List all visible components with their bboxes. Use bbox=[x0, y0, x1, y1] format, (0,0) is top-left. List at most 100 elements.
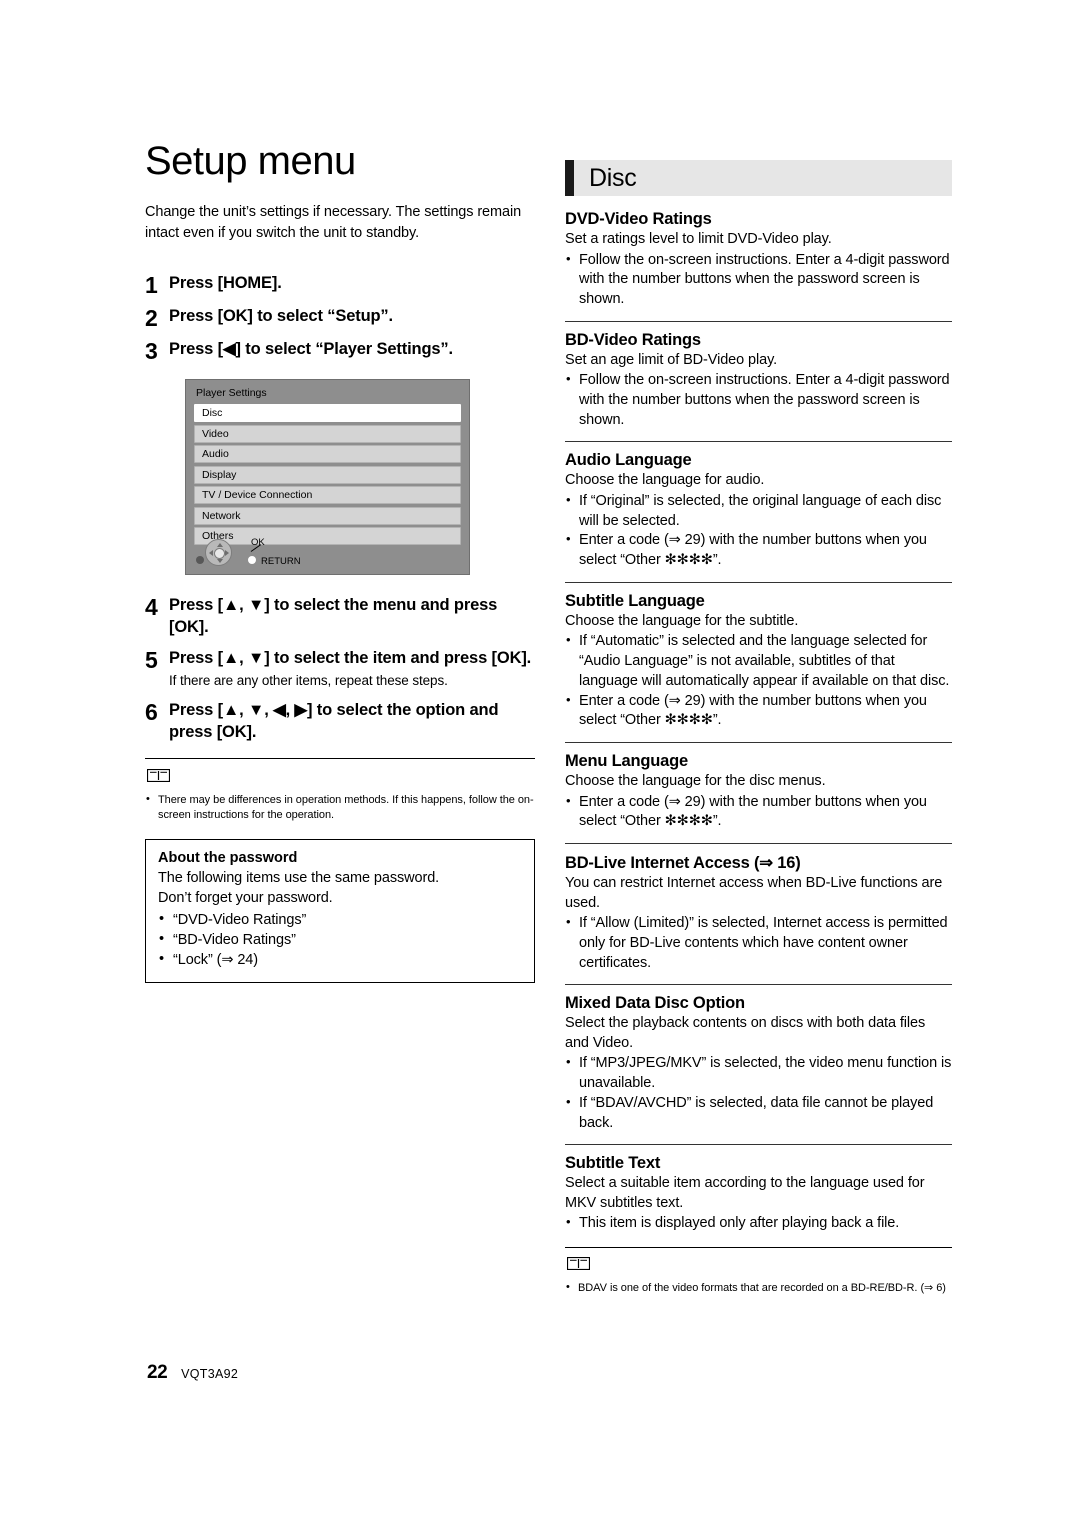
step-5: 5 Press [▲, ▼] to select the item and pr… bbox=[145, 648, 535, 692]
setting-description: Select the playback contents on discs wi… bbox=[565, 1015, 926, 1051]
intro-paragraph: Change the unit’s settings if necessary.… bbox=[145, 204, 522, 241]
note-bullet: BDAV is one of the video formats that ar… bbox=[565, 1280, 952, 1296]
setting-bullet: If “Allow (Limited)” is selected, Intern… bbox=[565, 913, 952, 973]
password-box-line-2: Don’t forget your password. bbox=[158, 889, 333, 906]
menu-item-label: Disc bbox=[202, 407, 223, 420]
setting-bullet: Enter a code (⇒ 29) with the number butt… bbox=[565, 691, 952, 731]
note-bullet: There may be differences in operation me… bbox=[145, 792, 535, 823]
page-title: Setup menu bbox=[145, 139, 356, 183]
setting-menu-language: Menu Language Choose the language for th… bbox=[565, 752, 952, 832]
setting-bullet: If “Original” is selected, the original … bbox=[565, 491, 952, 531]
setting-bullet: This item is displayed only after playin… bbox=[565, 1213, 952, 1234]
menu-item-audio[interactable]: Audio bbox=[194, 445, 461, 464]
menu-item-disc[interactable]: Disc bbox=[194, 404, 461, 423]
menu-item-label: Network bbox=[202, 509, 241, 522]
step-number: 1 bbox=[145, 272, 158, 299]
menu-item-display[interactable]: Display bbox=[194, 465, 461, 484]
section-accent-bar bbox=[565, 160, 574, 196]
setting-description: Set an age limit of BD-Video play. bbox=[565, 351, 778, 368]
setting-dvd-video-ratings: DVD-Video Ratings Set a ratings level to… bbox=[565, 210, 952, 310]
setting-subtitle-text: Subtitle Text Select a suitable item acc… bbox=[565, 1154, 952, 1234]
dpad-icon bbox=[196, 538, 238, 568]
menu-item-video[interactable]: Video bbox=[194, 424, 461, 443]
setting-heading: BD-Video Ratings bbox=[565, 330, 701, 349]
right-note-divider bbox=[565, 1247, 952, 1249]
setting-heading: Mixed Data Disc Option bbox=[565, 994, 745, 1013]
setting-bullet: Enter a code (⇒ 29) with the number butt… bbox=[565, 792, 952, 832]
setting-description: You can restrict Internet access when BD… bbox=[565, 875, 943, 911]
setting-divider bbox=[565, 843, 952, 845]
password-box-item: “BD-Video Ratings” bbox=[158, 929, 522, 950]
section-header-disc: Disc bbox=[565, 160, 952, 196]
setting-description: Choose the language for audio. bbox=[565, 472, 765, 489]
setting-bullets: If “Original” is selected, the original … bbox=[565, 491, 952, 571]
step-2: 2 Press [OK] to select “Setup”. bbox=[145, 306, 535, 330]
right-note-list: BDAV is one of the video formats that ar… bbox=[565, 1280, 952, 1296]
ok-button-dot-icon bbox=[248, 556, 256, 565]
password-box-item-list: “DVD-Video Ratings” “BD-Video Ratings” “… bbox=[158, 909, 522, 970]
step-number: 2 bbox=[145, 305, 158, 332]
setting-bullets: This item is displayed only after playin… bbox=[565, 1213, 952, 1234]
menu-item-label: TV / Device Connection bbox=[202, 489, 313, 502]
setting-mixed-data-disc-option: Mixed Data Disc Option Select the playba… bbox=[565, 994, 952, 1133]
setting-bd-video-ratings: BD-Video Ratings Set an age limit of BD-… bbox=[565, 331, 952, 431]
menu-item-tv-device-connection[interactable]: TV / Device Connection bbox=[194, 486, 461, 505]
setting-divider bbox=[565, 441, 952, 443]
menu-item-label: Video bbox=[202, 427, 229, 440]
setting-divider bbox=[565, 984, 952, 986]
setting-bullets: Follow the on-screen instructions. Enter… bbox=[565, 250, 952, 310]
direction-pad-icon bbox=[205, 539, 232, 567]
setting-bullet: Follow the on-screen instructions. Enter… bbox=[565, 370, 952, 430]
arrow-left-icon bbox=[208, 550, 213, 557]
setting-divider bbox=[565, 581, 952, 583]
setting-audio-language: Audio Language Choose the language for a… bbox=[565, 451, 952, 570]
return-legend-label: RETURN bbox=[261, 556, 301, 568]
setting-bd-live-internet-access: BD-Live Internet Access (⇒ 16) You can r… bbox=[565, 853, 952, 973]
step-text: Press [◀] to select “Player Settings”. bbox=[169, 340, 453, 359]
page-number: 22 bbox=[147, 1362, 168, 1383]
setting-description: Select a suitable item according to the … bbox=[565, 1175, 925, 1211]
setting-divider bbox=[565, 1144, 952, 1146]
setting-bullet: Follow the on-screen instructions. Enter… bbox=[565, 250, 952, 310]
step-text: Press [HOME]. bbox=[169, 274, 282, 293]
setting-bullets: If “Allow (Limited)” is selected, Intern… bbox=[565, 913, 952, 973]
menu-item-label: Audio bbox=[202, 448, 229, 461]
arrow-right-icon bbox=[224, 550, 229, 557]
step-number: 6 bbox=[145, 699, 158, 726]
step-3: 3 Press [◀] to select “Player Settings”. bbox=[145, 339, 535, 363]
step-6: 6 Press [▲, ▼, ◀, ▶] to select the optio… bbox=[145, 700, 535, 744]
password-box-title: About the password bbox=[158, 850, 298, 867]
setting-description: Set a ratings level to limit DVD-Video p… bbox=[565, 231, 832, 247]
setting-bullet: If “BDAV/AVCHD” is selected, data file c… bbox=[565, 1093, 952, 1133]
password-box-item: “Lock” (⇒ 24) bbox=[158, 949, 522, 970]
setting-heading: DVD-Video Ratings bbox=[565, 210, 712, 228]
about-the-password-box: About the password The following items u… bbox=[145, 839, 535, 984]
password-box-item: “DVD-Video Ratings” bbox=[158, 909, 522, 930]
step-text: Press [▲, ▼] to select the menu and pres… bbox=[169, 596, 498, 636]
player-settings-title: Player Settings bbox=[196, 387, 267, 400]
open-book-icon bbox=[146, 768, 535, 787]
setting-bullet: If “Automatic” is selected and the langu… bbox=[565, 631, 952, 691]
setting-subtitle-language: Subtitle Language Choose the language fo… bbox=[565, 592, 952, 731]
step-text: Press [▲, ▼, ◀, ▶] to select the option … bbox=[169, 701, 499, 742]
setting-heading: Menu Language bbox=[565, 752, 688, 771]
manual-page: Setup menu Change the unit’s settings if… bbox=[0, 0, 1080, 1528]
setting-divider bbox=[565, 742, 952, 744]
setting-description: Choose the language for the disc menus. bbox=[565, 773, 826, 790]
menu-item-label: Display bbox=[202, 468, 237, 481]
menu-item-network[interactable]: Network bbox=[194, 506, 461, 525]
step-subtext: If there are any other items, repeat the… bbox=[169, 673, 448, 689]
player-settings-screenshot: Player Settings Disc Video Audio Display… bbox=[185, 379, 470, 576]
legend-labels: OK RETURN bbox=[238, 537, 388, 568]
page-footer: 22 VQT3A92 bbox=[147, 1362, 238, 1384]
return-button-dot-icon bbox=[196, 556, 204, 565]
setting-bullets: If “Automatic” is selected and the langu… bbox=[565, 631, 952, 731]
left-note-divider bbox=[145, 757, 535, 759]
product-code: VQT3A92 bbox=[181, 1367, 239, 1381]
setting-description: Choose the language for the subtitle. bbox=[565, 612, 799, 629]
step-4: 4 Press [▲, ▼] to select the menu and pr… bbox=[145, 595, 535, 639]
setting-bullet: Enter a code (⇒ 29) with the number butt… bbox=[565, 530, 952, 570]
section-title: Disc bbox=[589, 163, 637, 192]
setting-heading: BD-Live Internet Access (⇒ 16) bbox=[565, 854, 801, 873]
arrow-down-icon bbox=[217, 558, 223, 563]
